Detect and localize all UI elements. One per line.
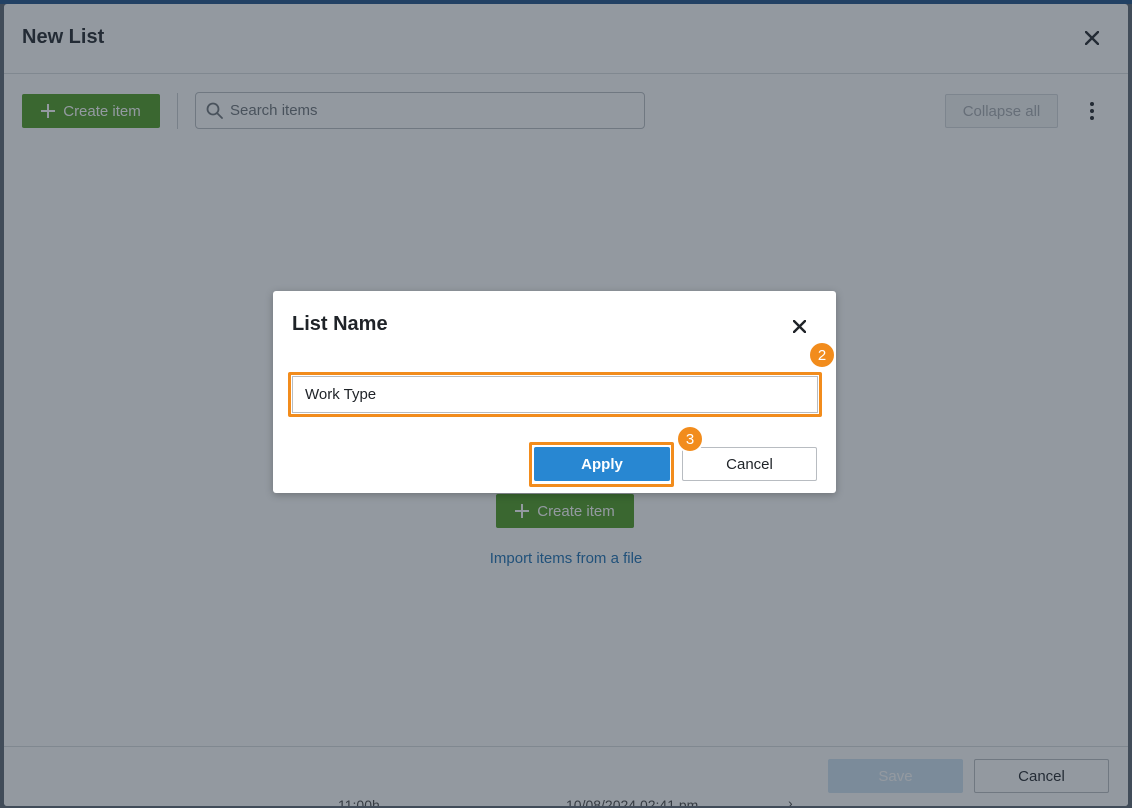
close-icon[interactable] <box>788 315 810 337</box>
step-badge-2: 2 <box>808 341 836 369</box>
list-name-title: List Name <box>292 313 388 335</box>
list-name-dialog: List Name Apply Cancel <box>273 291 836 493</box>
step-badge-3: 3 <box>676 425 704 453</box>
list-name-input[interactable] <box>292 376 818 413</box>
apply-button[interactable]: Apply <box>534 447 670 481</box>
cancel-button-dialog[interactable]: Cancel <box>682 447 817 481</box>
